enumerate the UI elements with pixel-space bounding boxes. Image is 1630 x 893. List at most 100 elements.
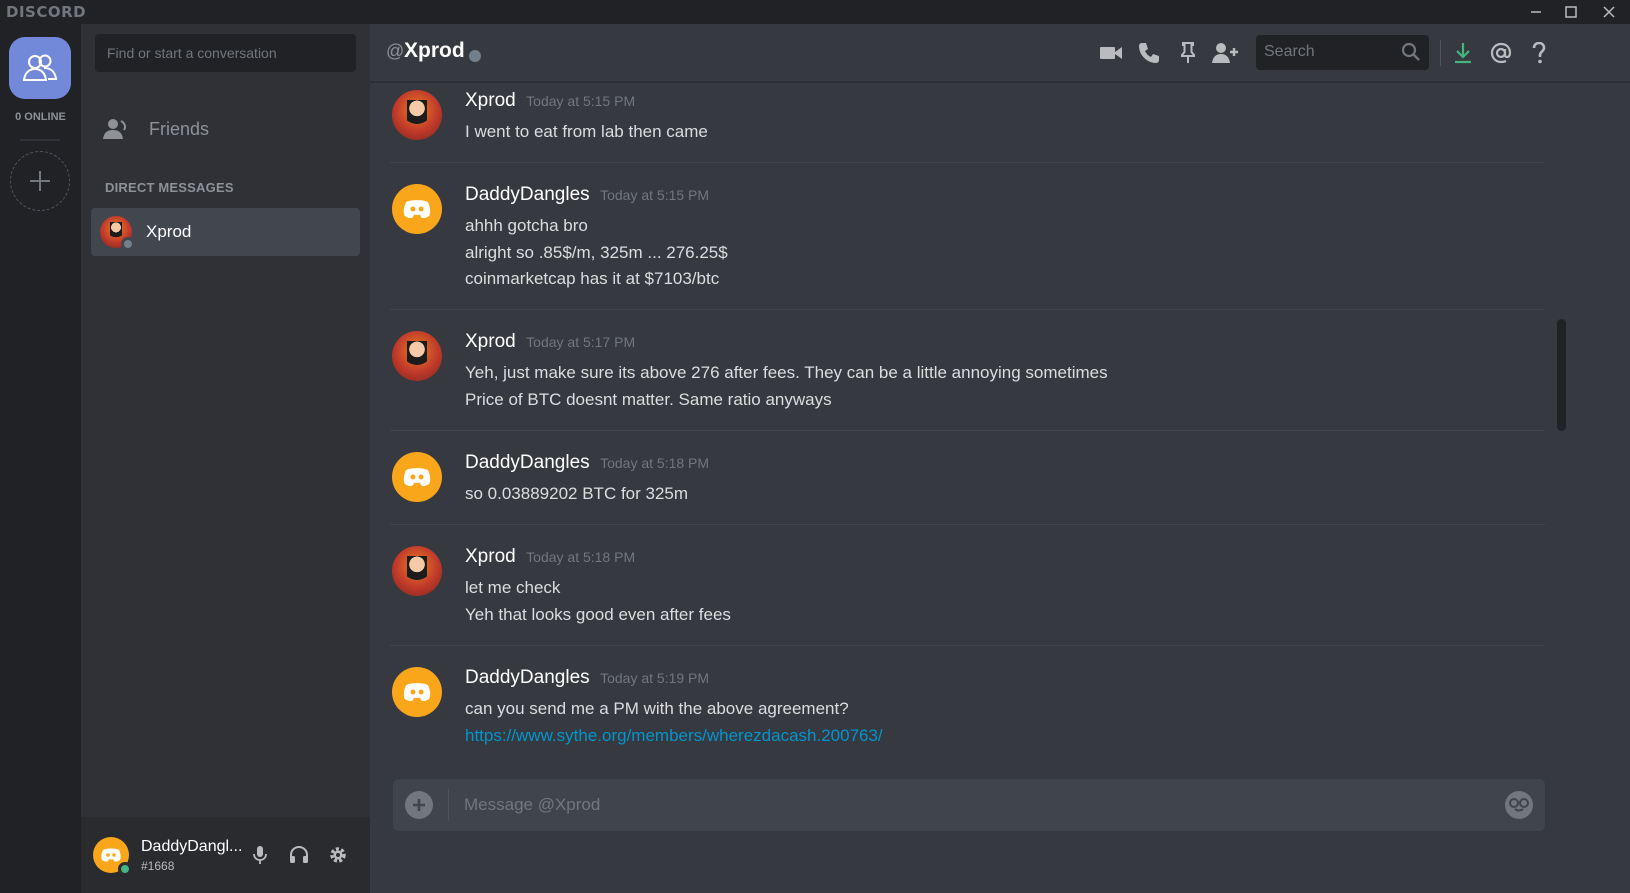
message-text: ahhh gotcha bro <box>465 216 588 235</box>
message-text: Yeh that looks good even after fees <box>465 604 731 624</box>
emoji-nerd-icon <box>1509 798 1529 812</box>
author-name[interactable]: Xprod <box>465 546 516 567</box>
message-text: Yeh, just make sure its above 276 after … <box>465 363 1108 382</box>
plus-circle-icon <box>413 799 425 811</box>
friends-icon <box>22 54 58 81</box>
author-name[interactable]: Xprod <box>465 90 516 111</box>
message-text: I went to eat from lab then came <box>465 122 708 141</box>
message-timestamp: Today at 5:19 PM <box>600 670 710 686</box>
minimize-button[interactable] <box>1519 0 1553 24</box>
offline-status-dot <box>121 237 135 251</box>
dm-item-xprod[interactable]: Xprod <box>91 208 360 256</box>
discord-logo: DISCORD <box>6 3 87 21</box>
message-list: Xprod Today at 5:15 PM I went to eat fro… <box>370 83 1560 755</box>
at-symbol: @ <box>386 41 405 61</box>
message-divider <box>390 309 1545 310</box>
user-avatar[interactable] <box>93 837 132 876</box>
rail-divider <box>20 139 60 141</box>
message-timestamp: Today at 5:18 PM <box>526 549 636 565</box>
online-count: 0 ONLINE <box>15 111 66 123</box>
author-avatar[interactable] <box>392 331 442 381</box>
search-input[interactable]: Search <box>1256 35 1429 70</box>
author-avatar[interactable] <box>392 667 442 717</box>
title-bar: DISCORD <box>0 0 1630 24</box>
minimize-icon <box>1531 11 1541 13</box>
chat-area: @ Xprod Search Xprod Today at 5:15 PM I … <box>370 24 1630 893</box>
close-button[interactable] <box>1592 0 1626 24</box>
message-input[interactable]: Message @Xprod <box>464 795 600 815</box>
author-avatar[interactable] <box>392 90 442 140</box>
friends-home-button[interactable] <box>9 37 71 99</box>
direct-messages-header: DIRECT MESSAGES <box>105 180 234 195</box>
maximize-icon <box>1565 6 1577 18</box>
username: DaddyDangl... <box>141 838 243 855</box>
message-text: alright so .85$/m, 325m ... 276.25$ <box>465 242 728 262</box>
recipient-status-dot <box>469 50 481 62</box>
gear-icon <box>330 847 346 863</box>
friends-wave-icon <box>101 114 131 144</box>
message-text: coinmarketcap has it at $7103/btc <box>465 269 720 288</box>
online-status-dot <box>118 862 132 876</box>
maximize-button[interactable] <box>1554 0 1588 24</box>
message-divider <box>390 645 1545 646</box>
server-rail: 0 ONLINE <box>0 24 81 893</box>
voice-call-button[interactable] <box>1134 38 1164 68</box>
help-button[interactable] <box>1524 38 1554 68</box>
author-avatar[interactable] <box>392 184 442 234</box>
message-timestamp: Today at 5:17 PM <box>526 334 636 350</box>
discord-logo-icon <box>403 200 431 219</box>
pin-icon <box>1181 42 1195 63</box>
message-composer[interactable]: Message @Xprod <box>393 779 1545 831</box>
message-text: so 0.03889202 BTC for 325m <box>465 484 689 503</box>
message-text: Price of BTC doesnt matter. Same ratio a… <box>465 389 832 409</box>
video-camera-icon <box>1100 47 1122 59</box>
emoji-picker-button[interactable] <box>1505 791 1533 819</box>
author-avatar[interactable] <box>392 452 442 502</box>
deafen-button[interactable] <box>285 841 313 869</box>
discord-logo-icon <box>403 683 431 702</box>
message-timestamp: Today at 5:18 PM <box>600 455 710 471</box>
search-icon <box>1401 42 1420 61</box>
search-placeholder: Search <box>1264 43 1315 60</box>
message-text: can you send me a PM with the above agre… <box>465 699 849 718</box>
scrollbar-thumb[interactable] <box>1557 319 1566 431</box>
microphone-icon <box>253 846 267 864</box>
message-link[interactable]: https://www.sythe.org/members/wherezdaca… <box>465 723 883 750</box>
message-timestamp: Today at 5:15 PM <box>600 187 710 203</box>
discord-logo-icon <box>403 468 431 487</box>
channel-title: Xprod <box>404 39 465 62</box>
find-conversation-input[interactable]: Find or start a conversation <box>95 34 356 72</box>
headphones-icon <box>290 846 308 863</box>
friends-label: Friends <box>149 118 210 139</box>
message-divider <box>390 430 1545 431</box>
add-server-button[interactable] <box>10 151 70 211</box>
message-divider <box>390 162 1545 163</box>
add-friend-to-dm-button[interactable] <box>1210 38 1240 68</box>
download-icon <box>1455 43 1471 64</box>
user-panel: DaddyDangl... #1668 <box>81 817 370 893</box>
friends-nav-item[interactable]: Friends <box>101 114 209 144</box>
user-settings-button[interactable] <box>324 841 352 869</box>
author-name[interactable]: DaddyDangles <box>465 184 590 205</box>
download-apps-button[interactable] <box>1448 38 1478 68</box>
pinned-messages-button[interactable] <box>1173 38 1203 68</box>
author-name[interactable]: Xprod <box>465 331 516 352</box>
phone-icon <box>1139 43 1159 63</box>
question-mark-icon <box>1532 42 1546 64</box>
message-text: let me check <box>465 578 561 597</box>
author-name[interactable]: DaddyDangles <box>465 667 590 688</box>
discord-logo-icon <box>101 848 121 862</box>
author-name[interactable]: DaddyDangles <box>465 452 590 473</box>
composer-divider <box>448 789 449 821</box>
mentions-button[interactable] <box>1486 38 1516 68</box>
video-call-button[interactable] <box>1096 38 1126 68</box>
plus-icon <box>30 171 50 191</box>
mute-button[interactable] <box>246 841 274 869</box>
upload-button[interactable] <box>405 791 433 819</box>
header-divider <box>1440 40 1441 66</box>
close-icon <box>1603 6 1615 18</box>
user-tag: #1668 <box>141 859 175 873</box>
message-divider <box>390 524 1545 525</box>
author-avatar[interactable] <box>392 546 442 596</box>
avatar <box>100 216 135 251</box>
